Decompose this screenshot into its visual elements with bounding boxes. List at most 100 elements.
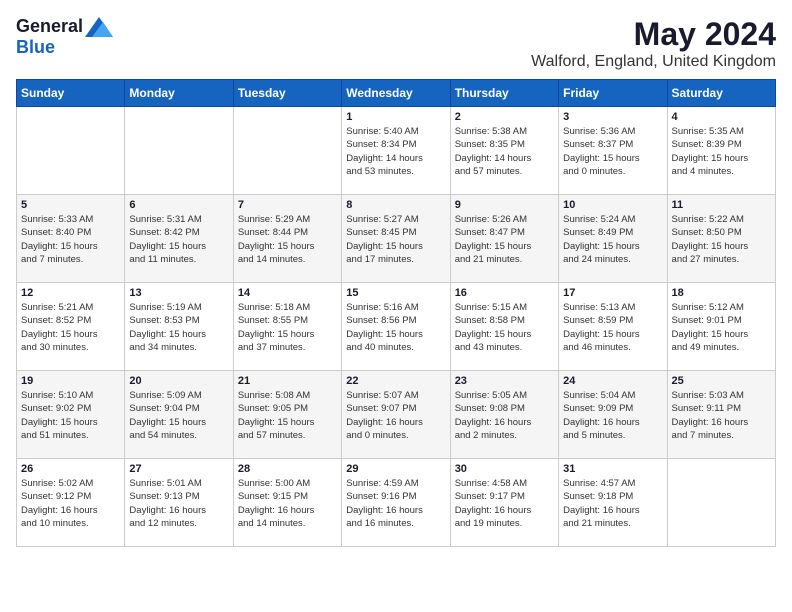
logo-blue: Blue: [16, 37, 55, 58]
day-info: Sunrise: 5:15 AM Sunset: 8:58 PM Dayligh…: [455, 301, 554, 354]
calendar-cell: 30 Sunrise: 4:58 AM Sunset: 9:17 PM Dayli…: [450, 459, 558, 547]
day-number: 17: [563, 287, 662, 299]
day-number: 18: [672, 287, 771, 299]
calendar-cell: 17 Sunrise: 5:13 AM Sunset: 8:59 PM Dayli…: [559, 283, 667, 371]
day-number: 31: [563, 463, 662, 475]
day-number: 6: [129, 199, 228, 211]
day-number: 1: [346, 111, 445, 123]
day-info: Sunrise: 4:59 AM Sunset: 9:16 PM Dayligh…: [346, 477, 445, 530]
day-number: 14: [238, 287, 337, 299]
calendar-cell: 19 Sunrise: 5:10 AM Sunset: 9:02 PM Dayli…: [17, 371, 125, 459]
col-tuesday: Tuesday: [233, 80, 341, 107]
day-number: 21: [238, 375, 337, 387]
calendar-cell: 16 Sunrise: 5:15 AM Sunset: 8:58 PM Dayli…: [450, 283, 558, 371]
calendar-cell: 24 Sunrise: 5:04 AM Sunset: 9:09 PM Dayli…: [559, 371, 667, 459]
day-info: Sunrise: 5:18 AM Sunset: 8:55 PM Dayligh…: [238, 301, 337, 354]
day-number: 4: [672, 111, 771, 123]
day-info: Sunrise: 5:24 AM Sunset: 8:49 PM Dayligh…: [563, 213, 662, 266]
calendar-cell: [667, 459, 775, 547]
day-number: 12: [21, 287, 120, 299]
logo-icon: [85, 17, 113, 37]
calendar-cell: [233, 107, 341, 195]
day-number: 30: [455, 463, 554, 475]
day-number: 15: [346, 287, 445, 299]
day-info: Sunrise: 4:58 AM Sunset: 9:17 PM Dayligh…: [455, 477, 554, 530]
day-number: 13: [129, 287, 228, 299]
day-info: Sunrise: 5:22 AM Sunset: 8:50 PM Dayligh…: [672, 213, 771, 266]
day-info: Sunrise: 5:38 AM Sunset: 8:35 PM Dayligh…: [455, 125, 554, 178]
calendar-cell: 13Sunrise: 5:19 AM Sunset: 8:53 PM Dayli…: [125, 283, 233, 371]
day-number: 19: [21, 375, 120, 387]
logo: General Blue: [16, 16, 113, 58]
calendar-title: May 2024: [531, 16, 776, 53]
day-info: Sunrise: 5:04 AM Sunset: 9:09 PM Dayligh…: [563, 389, 662, 442]
day-info: Sunrise: 5:33 AM Sunset: 8:40 PM Dayligh…: [21, 213, 120, 266]
day-info: Sunrise: 5:35 AM Sunset: 8:39 PM Dayligh…: [672, 125, 771, 178]
day-number: 3: [563, 111, 662, 123]
day-info: Sunrise: 5:40 AM Sunset: 8:34 PM Dayligh…: [346, 125, 445, 178]
day-number: 29: [346, 463, 445, 475]
day-number: 28: [238, 463, 337, 475]
day-info: Sunrise: 5:12 AM Sunset: 9:01 PM Dayligh…: [672, 301, 771, 354]
day-info: Sunrise: 5:01 AM Sunset: 9:13 PM Dayligh…: [129, 477, 228, 530]
day-info: Sunrise: 5:21 AM Sunset: 8:52 PM Dayligh…: [21, 301, 120, 354]
calendar-cell: 1 Sunrise: 5:40 AM Sunset: 8:34 PM Daylig…: [342, 107, 450, 195]
calendar-cell: 23Sunrise: 5:05 AM Sunset: 9:08 PM Dayli…: [450, 371, 558, 459]
day-info: Sunrise: 5:03 AM Sunset: 9:11 PM Dayligh…: [672, 389, 771, 442]
col-monday: Monday: [125, 80, 233, 107]
day-number: 24: [563, 375, 662, 387]
calendar-cell: 14 Sunrise: 5:18 AM Sunset: 8:55 PM Dayli…: [233, 283, 341, 371]
calendar-cell: 11Sunrise: 5:22 AM Sunset: 8:50 PM Dayli…: [667, 195, 775, 283]
day-number: 5: [21, 199, 120, 211]
calendar-cell: 28Sunrise: 5:00 AM Sunset: 9:15 PM Dayli…: [233, 459, 341, 547]
calendar-week-2: 5 Sunrise: 5:33 AM Sunset: 8:40 PM Daylig…: [17, 195, 776, 283]
calendar-cell: 15Sunrise: 5:16 AM Sunset: 8:56 PM Dayli…: [342, 283, 450, 371]
calendar-cell: 10 Sunrise: 5:24 AM Sunset: 8:49 PM Dayli…: [559, 195, 667, 283]
calendar-cell: 7 Sunrise: 5:29 AM Sunset: 8:44 PM Daylig…: [233, 195, 341, 283]
title-area: May 2024 Walford, England, United Kingdo…: [531, 16, 776, 71]
calendar-week-4: 19 Sunrise: 5:10 AM Sunset: 9:02 PM Dayli…: [17, 371, 776, 459]
calendar-cell: [125, 107, 233, 195]
header-row: Sunday Monday Tuesday Wednesday Thursday…: [17, 80, 776, 107]
day-number: 22: [346, 375, 445, 387]
col-thursday: Thursday: [450, 80, 558, 107]
calendar-table: Sunday Monday Tuesday Wednesday Thursday…: [16, 79, 776, 547]
day-info: Sunrise: 5:29 AM Sunset: 8:44 PM Dayligh…: [238, 213, 337, 266]
logo-general: General: [16, 16, 83, 37]
calendar-cell: 5 Sunrise: 5:33 AM Sunset: 8:40 PM Daylig…: [17, 195, 125, 283]
calendar-cell: 6 Sunrise: 5:31 AM Sunset: 8:42 PM Daylig…: [125, 195, 233, 283]
calendar-cell: 31Sunrise: 4:57 AM Sunset: 9:18 PM Dayli…: [559, 459, 667, 547]
day-number: 7: [238, 199, 337, 211]
day-info: Sunrise: 5:10 AM Sunset: 9:02 PM Dayligh…: [21, 389, 120, 442]
col-saturday: Saturday: [667, 80, 775, 107]
day-info: Sunrise: 5:09 AM Sunset: 9:04 PM Dayligh…: [129, 389, 228, 442]
day-info: Sunrise: 5:05 AM Sunset: 9:08 PM Dayligh…: [455, 389, 554, 442]
day-number: 10: [563, 199, 662, 211]
calendar-cell: 25 Sunrise: 5:03 AM Sunset: 9:11 PM Dayli…: [667, 371, 775, 459]
calendar-cell: 22 Sunrise: 5:07 AM Sunset: 9:07 PM Dayli…: [342, 371, 450, 459]
day-info: Sunrise: 5:13 AM Sunset: 8:59 PM Dayligh…: [563, 301, 662, 354]
col-wednesday: Wednesday: [342, 80, 450, 107]
day-info: Sunrise: 5:08 AM Sunset: 9:05 PM Dayligh…: [238, 389, 337, 442]
day-number: 9: [455, 199, 554, 211]
day-number: 8: [346, 199, 445, 211]
calendar-cell: 2Sunrise: 5:38 AM Sunset: 8:35 PM Daylig…: [450, 107, 558, 195]
day-info: Sunrise: 5:02 AM Sunset: 9:12 PM Dayligh…: [21, 477, 120, 530]
calendar-cell: 9 Sunrise: 5:26 AM Sunset: 8:47 PM Daylig…: [450, 195, 558, 283]
day-info: Sunrise: 5:26 AM Sunset: 8:47 PM Dayligh…: [455, 213, 554, 266]
calendar-subtitle: Walford, England, United Kingdom: [531, 53, 776, 71]
day-info: Sunrise: 5:31 AM Sunset: 8:42 PM Dayligh…: [129, 213, 228, 266]
calendar-cell: 18 Sunrise: 5:12 AM Sunset: 9:01 PM Dayli…: [667, 283, 775, 371]
calendar-cell: 20Sunrise: 5:09 AM Sunset: 9:04 PM Dayli…: [125, 371, 233, 459]
day-number: 25: [672, 375, 771, 387]
day-info: Sunrise: 5:36 AM Sunset: 8:37 PM Dayligh…: [563, 125, 662, 178]
calendar-cell: 27Sunrise: 5:01 AM Sunset: 9:13 PM Dayli…: [125, 459, 233, 547]
calendar-cell: 4 Sunrise: 5:35 AM Sunset: 8:39 PM Daylig…: [667, 107, 775, 195]
day-info: Sunrise: 5:07 AM Sunset: 9:07 PM Dayligh…: [346, 389, 445, 442]
calendar-cell: 29 Sunrise: 4:59 AM Sunset: 9:16 PM Dayli…: [342, 459, 450, 547]
day-number: 26: [21, 463, 120, 475]
calendar-week-3: 12 Sunrise: 5:21 AM Sunset: 8:52 PM Dayli…: [17, 283, 776, 371]
col-sunday: Sunday: [17, 80, 125, 107]
day-number: 16: [455, 287, 554, 299]
calendar-cell: 8Sunrise: 5:27 AM Sunset: 8:45 PM Daylig…: [342, 195, 450, 283]
